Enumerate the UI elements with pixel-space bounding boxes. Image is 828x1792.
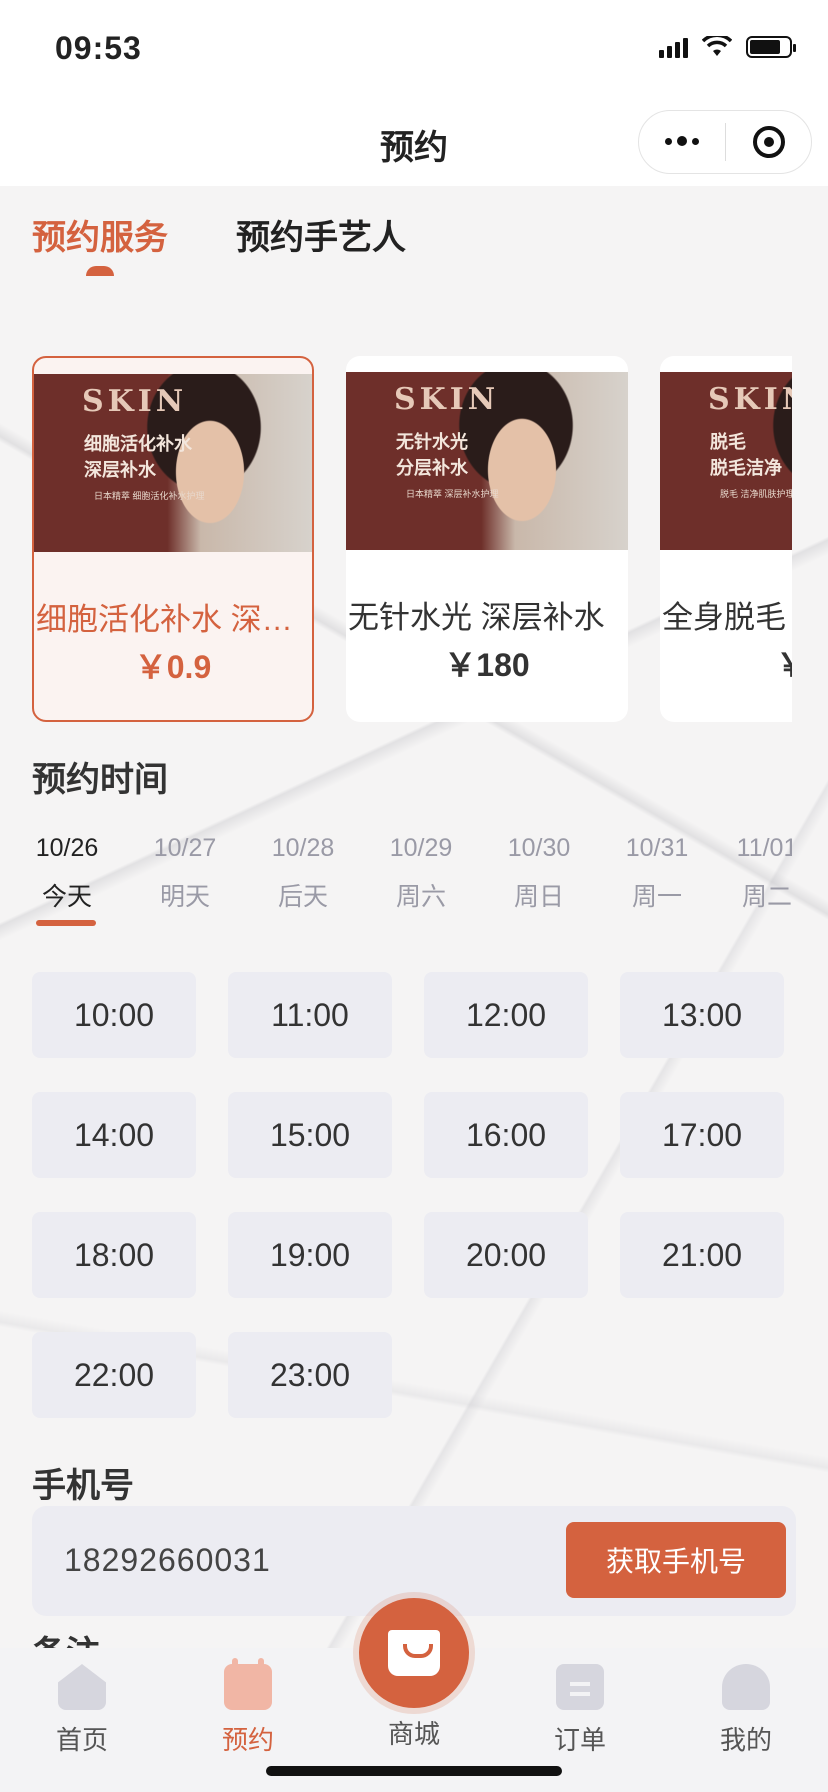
miniprogram-capsule (638, 110, 812, 174)
home-indicator (266, 1766, 562, 1776)
time-slot[interactable]: 22:00 (32, 1332, 196, 1418)
service-carousel[interactable]: SKIN 细胞活化补水 深层补水 日本精萃 细胞活化补水护理 细胞活化补水 深层… (32, 356, 792, 722)
service-price: ￥2 (660, 640, 792, 686)
tab-indicator (86, 266, 114, 276)
tab-home[interactable]: 首页 (32, 1664, 132, 1757)
time-section-title: 预约时间 (32, 761, 168, 799)
date-item[interactable]: 10/31 周一 (622, 834, 692, 913)
booking-tabs: 预约服务 预约手艺人 (32, 210, 406, 259)
time-slot[interactable]: 10:00 (32, 972, 196, 1058)
time-slot[interactable]: 11:00 (228, 972, 392, 1058)
time-slot[interactable]: 18:00 (32, 1212, 196, 1298)
notes-label: 备注 (32, 1626, 100, 1650)
time-slot[interactable]: 15:00 (228, 1092, 392, 1178)
tab-shop-button[interactable] (359, 1598, 469, 1708)
signal-icon (659, 36, 688, 58)
calendar-icon (224, 1658, 272, 1710)
time-slot[interactable]: 19:00 (228, 1212, 392, 1298)
tab-profile[interactable]: 我的 (696, 1664, 796, 1757)
time-slot[interactable]: 13:00 (620, 972, 784, 1058)
tab-book-artisan[interactable]: 预约手艺人 (236, 210, 406, 259)
home-icon (58, 1664, 106, 1710)
profile-icon (722, 1664, 770, 1710)
time-slot[interactable]: 23:00 (228, 1332, 392, 1418)
service-price: ￥0.9 (134, 649, 212, 685)
time-slot[interactable]: 16:00 (424, 1092, 588, 1178)
phone-value[interactable]: 18292660031 (64, 1542, 271, 1579)
service-image: SKIN 脱毛 脱毛洁净 脱毛 洁净肌肤护理 (660, 372, 792, 550)
wifi-icon (702, 36, 732, 56)
service-name: 无针水光 深层补水 (348, 600, 605, 635)
service-price: ￥180 (444, 647, 530, 683)
status-bar: 09:53 (0, 0, 828, 96)
time-slot[interactable]: 12:00 (424, 972, 588, 1058)
date-item[interactable]: 11/01 周二 (732, 834, 792, 913)
shopping-bag-icon (388, 1630, 440, 1676)
tab-booking[interactable]: 预约 (198, 1658, 298, 1757)
battery-icon (746, 36, 796, 58)
tab-book-service[interactable]: 预约服务 (32, 210, 168, 259)
date-item[interactable]: 10/30 周日 (504, 834, 574, 913)
service-card[interactable]: SKIN 细胞活化补水 深层补水 日本精萃 细胞活化补水护理 细胞活化补水 深层… (32, 356, 314, 722)
status-time: 09:53 (55, 30, 142, 66)
status-icons (659, 36, 796, 58)
time-slot[interactable]: 21:00 (620, 1212, 784, 1298)
time-slot[interactable]: 14:00 (32, 1092, 196, 1178)
get-phone-button[interactable]: 获取手机号 (566, 1522, 786, 1598)
service-name: 全身脱毛 脱毛洁净 (662, 600, 792, 635)
service-card[interactable]: SKIN 无针水光 分层补水 日本精萃 深层补水护理 无针水光 深层补水 ￥18… (346, 356, 628, 722)
date-item[interactable]: 10/26 今天 (32, 834, 102, 913)
target-icon (752, 126, 785, 158)
tab-orders[interactable]: 订单 (530, 1664, 630, 1757)
service-image: SKIN 无针水光 分层补水 日本精萃 深层补水护理 (346, 372, 628, 550)
service-card[interactable]: SKIN 脱毛 脱毛洁净 脱毛 洁净肌肤护理 全身脱毛 脱毛洁净 ￥2 (660, 356, 792, 722)
time-slot[interactable]: 20:00 (424, 1212, 588, 1298)
date-selector[interactable]: 10/26 今天 10/27 明天 10/28 后天 10/29 周六 10/30 周日 … (32, 834, 792, 934)
date-item[interactable]: 10/29 周六 (386, 834, 456, 913)
phone-label: 手机号 (32, 1467, 134, 1505)
service-name: 细胞活化补水 深层补水 (36, 602, 312, 637)
service-image: SKIN 细胞活化补水 深层补水 日本精萃 细胞活化补水护理 (34, 374, 312, 552)
nav-bar: 预约 (0, 96, 828, 186)
close-miniprogram-button[interactable] (726, 126, 811, 158)
tab-shop-label: 商城 (387, 1719, 440, 1749)
date-item[interactable]: 10/28 后天 (268, 834, 338, 913)
time-slot[interactable]: 17:00 (620, 1092, 784, 1178)
more-icon[interactable] (639, 136, 725, 147)
date-item[interactable]: 10/27 明天 (150, 834, 220, 913)
date-indicator (36, 920, 96, 926)
order-icon (556, 1664, 604, 1710)
